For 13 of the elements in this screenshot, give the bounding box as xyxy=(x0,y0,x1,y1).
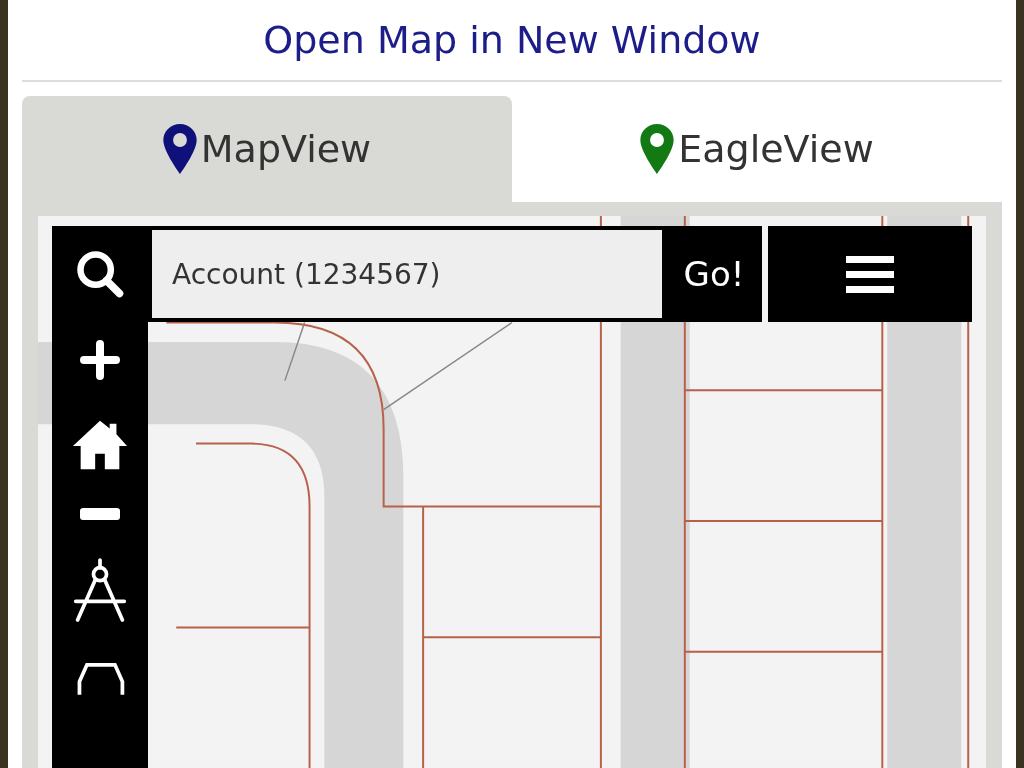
location-pin-icon xyxy=(640,124,675,174)
map-tab[interactable]: MapView xyxy=(22,96,512,202)
compass-icon xyxy=(72,558,128,624)
search-field[interactable]: Account (1234567) xyxy=(148,226,666,322)
open-map-link[interactable]: Open Map in New Window xyxy=(263,18,761,62)
search-icon xyxy=(74,248,126,300)
menu-button[interactable] xyxy=(768,226,972,322)
plus-icon xyxy=(80,340,120,380)
home-icon xyxy=(71,418,129,470)
location-pin-icon xyxy=(162,124,197,174)
menu-icon xyxy=(846,254,894,294)
go-button[interactable]: Go! xyxy=(666,226,762,322)
minus-icon xyxy=(80,508,120,520)
